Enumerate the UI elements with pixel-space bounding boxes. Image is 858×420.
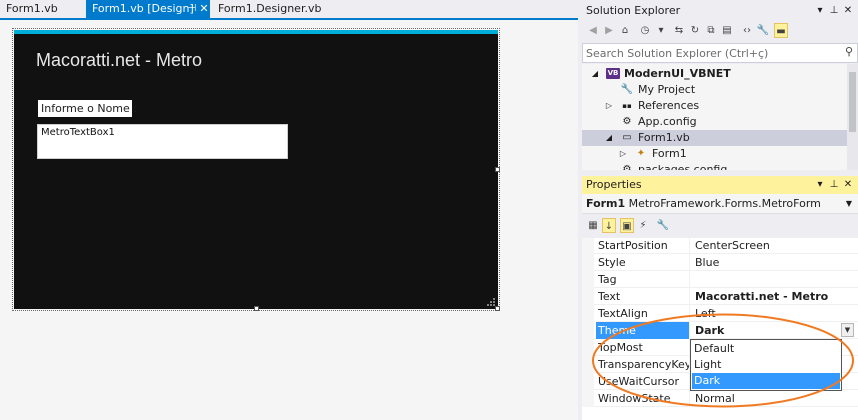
form-title[interactable]: Macoratti.net - Metro bbox=[36, 50, 202, 71]
document-tab-strip: Form1.vb Form1.vb [Design] ⊣ ✕ Form1.Des… bbox=[0, 0, 578, 18]
window-menu-icon[interactable]: ▾ bbox=[814, 2, 826, 20]
dropdown-icon[interactable]: ▾ bbox=[654, 23, 668, 38]
search-input[interactable] bbox=[586, 46, 834, 60]
tree-item-form1-vb[interactable]: ◢ ▭ Form1.vb bbox=[582, 130, 847, 146]
solution-explorer-header[interactable]: Solution Explorer ▾ ⊥ ✕ bbox=[582, 2, 858, 20]
close-tab-icon[interactable]: ✕ bbox=[198, 0, 210, 18]
tree-item-form1-class[interactable]: ▷ ✦ Form1 bbox=[582, 146, 847, 162]
solution-explorer-scrollbar[interactable] bbox=[847, 64, 858, 170]
resize-handle-bottom[interactable] bbox=[254, 306, 259, 311]
property-row-windowstate[interactable]: WindowState Normal bbox=[582, 390, 858, 407]
view-code-icon[interactable]: ‹› bbox=[740, 23, 754, 38]
theme-option-light[interactable]: Light bbox=[692, 357, 840, 373]
metro-textbox[interactable]: MetroTextBox1 bbox=[37, 124, 288, 159]
resize-handle-right[interactable] bbox=[495, 167, 500, 172]
history-icon[interactable]: ◷ bbox=[638, 23, 652, 38]
expand-arrow-icon[interactable]: ▷ bbox=[618, 146, 628, 162]
tab-form1-vb[interactable]: Form1.vb bbox=[0, 0, 84, 18]
object-selector[interactable]: Form1 MetroFramework.Forms.MetroForm ▼ bbox=[582, 194, 858, 214]
tree-item-project[interactable]: ◢ VB ModernUI_VBNET bbox=[582, 66, 847, 82]
tree-item-packages-config[interactable]: ⚙ packages.config bbox=[582, 162, 847, 170]
tree-item-my-project[interactable]: 🔧 My Project bbox=[582, 82, 847, 98]
property-grid: StartPosition CenterScreen Style Blue Ta… bbox=[582, 238, 858, 420]
collapse-arrow-icon[interactable]: ◢ bbox=[604, 130, 614, 146]
tree-item-references[interactable]: ▷ ▪▪ References bbox=[582, 98, 847, 114]
property-row-text[interactable]: Text Macoratti.net - Metro bbox=[582, 288, 858, 305]
properties-header[interactable]: Properties ▾ ⊥ ✕ bbox=[582, 176, 858, 194]
resize-handle-corner[interactable] bbox=[495, 306, 500, 311]
object-name: Form1 bbox=[586, 197, 626, 210]
tab-form1-designer-vb[interactable]: Form1.Designer.vb bbox=[212, 0, 346, 18]
property-row-textalign[interactable]: TextAlign Left bbox=[582, 305, 858, 322]
pin-tab-icon[interactable]: ⊣ bbox=[186, 0, 198, 18]
scrollbar-thumb[interactable] bbox=[849, 72, 856, 132]
theme-dropdown-button[interactable]: ▼ bbox=[841, 323, 854, 337]
object-type: MetroFramework.Forms.MetroForm bbox=[628, 197, 821, 210]
search-icon[interactable]: ⚲ bbox=[845, 45, 853, 58]
wrench-icon: 🔧 bbox=[620, 84, 634, 95]
property-row-theme[interactable]: Theme Dark ▼ bbox=[582, 322, 858, 339]
name-label[interactable]: Informe o Nome : bbox=[38, 100, 137, 117]
config-file-icon: ⚙ bbox=[622, 164, 632, 170]
show-all-files-icon[interactable]: ▤ bbox=[720, 23, 734, 38]
theme-option-dark[interactable]: Dark bbox=[692, 373, 840, 389]
references-icon: ▪▪ bbox=[622, 102, 632, 110]
property-row-startposition[interactable]: StartPosition CenterScreen bbox=[582, 238, 858, 254]
alphabetical-icon[interactable]: ↓ bbox=[602, 218, 616, 233]
properties-view-icon[interactable]: ▣ bbox=[620, 218, 634, 233]
class-icon: ✦ bbox=[636, 148, 646, 159]
form-file-icon: ▭ bbox=[622, 132, 632, 143]
vb-project-icon: VB bbox=[606, 68, 620, 79]
config-file-icon: ⚙ bbox=[622, 116, 632, 127]
property-pages-icon[interactable]: 🔧 bbox=[656, 218, 670, 233]
events-icon[interactable]: ⚡ bbox=[636, 218, 650, 233]
back-icon[interactable]: ◀ bbox=[586, 23, 600, 38]
collapse-arrow-icon[interactable]: ◢ bbox=[590, 66, 600, 82]
solution-explorer-toolbar: ◀ ▶ ⌂ ◷ ▾ ⇆ ↻ ⧉ ▤ ‹› 🔧 ▬ bbox=[582, 20, 858, 42]
chevron-down-icon[interactable]: ▼ bbox=[846, 194, 852, 214]
refresh-icon[interactable]: ↻ bbox=[688, 23, 702, 38]
close-icon[interactable]: ✕ bbox=[842, 2, 854, 20]
theme-value[interactable]: Dark bbox=[692, 322, 858, 339]
solution-explorer-search[interactable]: ⚲ bbox=[582, 43, 858, 63]
home-icon[interactable]: ⌂ bbox=[618, 23, 632, 38]
metro-form[interactable]: Macoratti.net - Metro Informe o Nome : M… bbox=[12, 28, 500, 311]
designer-surface[interactable]: Macoratti.net - Metro Informe o Nome : M… bbox=[0, 20, 578, 420]
collapse-all-icon[interactable]: ⧉ bbox=[704, 23, 718, 38]
expand-arrow-icon[interactable]: ▷ bbox=[604, 98, 614, 114]
close-icon[interactable]: ✕ bbox=[842, 176, 854, 194]
property-row-style[interactable]: Style Blue bbox=[582, 254, 858, 271]
theme-option-default[interactable]: Default bbox=[692, 341, 840, 357]
categorized-icon[interactable]: ▦ bbox=[586, 218, 600, 233]
form-accent-bar bbox=[14, 30, 498, 34]
theme-dropdown-list: Default Light Dark bbox=[690, 339, 842, 391]
property-row-tag[interactable]: Tag bbox=[582, 271, 858, 288]
resize-grip-icon[interactable] bbox=[487, 298, 495, 306]
window-menu-icon[interactable]: ▾ bbox=[814, 176, 826, 194]
pin-icon[interactable]: ⊥ bbox=[828, 176, 840, 194]
solution-explorer-title: Solution Explorer bbox=[586, 4, 681, 17]
pin-icon[interactable]: ⊥ bbox=[828, 2, 840, 20]
tree-item-app-config[interactable]: ⚙ App.config bbox=[582, 114, 847, 130]
solution-tree: ◢ VB ModernUI_VBNET 🔧 My Project ▷ ▪▪ Re… bbox=[582, 64, 858, 170]
preview-selected-icon[interactable]: ▬ bbox=[774, 23, 788, 38]
sync-icon[interactable]: ⇆ bbox=[672, 23, 686, 38]
properties-wrench-icon[interactable]: 🔧 bbox=[756, 23, 770, 38]
properties-title: Properties bbox=[586, 178, 642, 191]
properties-toolbar: ▦ ↓ ▣ ⚡ 🔧 bbox=[582, 215, 858, 237]
forward-icon[interactable]: ▶ bbox=[602, 23, 616, 38]
